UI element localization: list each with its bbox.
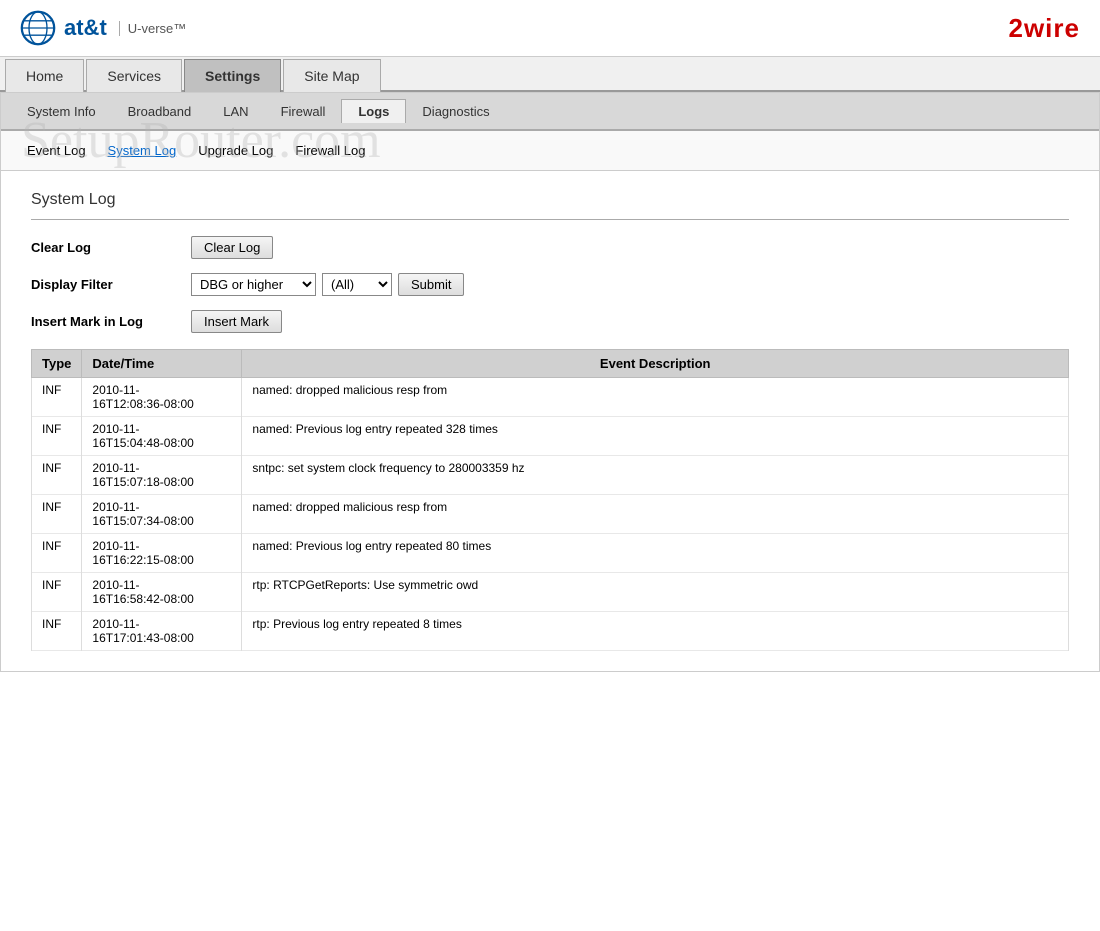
insert-mark-label: Insert Mark in Log bbox=[31, 314, 191, 329]
tab-firewall-log[interactable]: Firewall Log bbox=[289, 141, 371, 160]
clear-log-row: Clear Log Clear Log bbox=[31, 236, 1069, 259]
table-row: INF2010-11- 16T16:22:15-08:00named: Prev… bbox=[32, 534, 1069, 573]
att-globe-icon bbox=[20, 10, 56, 46]
cell-type: INF bbox=[32, 456, 82, 495]
att-brand-text: at&t bbox=[64, 15, 107, 41]
tab-home[interactable]: Home bbox=[5, 59, 84, 92]
cell-type: INF bbox=[32, 417, 82, 456]
filter-controls: DBG or higher INFO or higher WARN or hig… bbox=[191, 273, 464, 296]
nav-diagnostics[interactable]: Diagnostics bbox=[406, 100, 505, 123]
table-row: INF2010-11- 16T15:07:18-08:00sntpc: set … bbox=[32, 456, 1069, 495]
insert-mark-button[interactable]: Insert Mark bbox=[191, 310, 282, 333]
tab-upgrade-log[interactable]: Upgrade Log bbox=[192, 141, 279, 160]
clear-log-label: Clear Log bbox=[31, 240, 191, 255]
table-row: INF2010-11- 16T15:04:48-08:00named: Prev… bbox=[32, 417, 1069, 456]
table-row: INF2010-11- 16T12:08:36-08:00named: drop… bbox=[32, 378, 1069, 417]
cell-datetime: 2010-11- 16T15:07:34-08:00 bbox=[82, 495, 242, 534]
cell-type: INF bbox=[32, 534, 82, 573]
nav-firewall[interactable]: Firewall bbox=[265, 100, 342, 123]
cell-description: rtp: Previous log entry repeated 8 times bbox=[242, 612, 1069, 651]
nav-system-info[interactable]: System Info bbox=[11, 100, 112, 123]
cell-description: sntpc: set system clock frequency to 280… bbox=[242, 456, 1069, 495]
content-area: System Info Broadband LAN Firewall Logs … bbox=[0, 92, 1100, 672]
cell-datetime: 2010-11- 16T16:58:42-08:00 bbox=[82, 573, 242, 612]
cell-description: named: Previous log entry repeated 328 t… bbox=[242, 417, 1069, 456]
log-tabs: Event Log System Log Upgrade Log Firewal… bbox=[1, 131, 1099, 171]
nav-broadband[interactable]: Broadband bbox=[112, 100, 208, 123]
system-log-title: System Log bbox=[31, 191, 1069, 209]
cell-description: named: dropped malicious resp from bbox=[242, 495, 1069, 534]
table-row: INF2010-11- 16T17:01:43-08:00rtp: Previo… bbox=[32, 612, 1069, 651]
table-row: INF2010-11- 16T15:07:34-08:00named: drop… bbox=[32, 495, 1069, 534]
log-table-body: INF2010-11- 16T12:08:36-08:00named: drop… bbox=[32, 378, 1069, 651]
log-table: Type Date/Time Event Description INF2010… bbox=[31, 349, 1069, 651]
section-divider bbox=[31, 219, 1069, 220]
cell-type: INF bbox=[32, 378, 82, 417]
log-table-header: Type Date/Time Event Description bbox=[32, 350, 1069, 378]
cell-datetime: 2010-11- 16T15:04:48-08:00 bbox=[82, 417, 242, 456]
att-logo: at&t U-verse™ bbox=[20, 10, 186, 46]
cell-description: named: dropped malicious resp from bbox=[242, 378, 1069, 417]
page-header: at&t U-verse™ 2wire bbox=[0, 0, 1100, 57]
uverse-text: U-verse™ bbox=[119, 21, 187, 36]
nav-lan[interactable]: LAN bbox=[207, 100, 264, 123]
cell-type: INF bbox=[32, 612, 82, 651]
tab-services[interactable]: Services bbox=[86, 59, 182, 92]
cell-datetime: 2010-11- 16T15:07:18-08:00 bbox=[82, 456, 242, 495]
cell-description: rtp: RTCPGetReports: Use symmetric owd bbox=[242, 573, 1069, 612]
clear-log-controls: Clear Log bbox=[191, 236, 273, 259]
cell-datetime: 2010-11- 16T16:22:15-08:00 bbox=[82, 534, 242, 573]
tab-event-log[interactable]: Event Log bbox=[21, 141, 92, 160]
filter-category-select[interactable]: (All) named sntpc rtp bbox=[322, 273, 392, 296]
insert-mark-row: Insert Mark in Log Insert Mark bbox=[31, 310, 1069, 333]
col-type: Type bbox=[32, 350, 82, 378]
table-row: INF2010-11- 16T16:58:42-08:00rtp: RTCPGe… bbox=[32, 573, 1069, 612]
col-description: Event Description bbox=[242, 350, 1069, 378]
top-navigation: Home Services Settings Site Map bbox=[0, 57, 1100, 92]
nav-logs[interactable]: Logs bbox=[341, 99, 406, 123]
display-filter-row: Display Filter DBG or higher INFO or hig… bbox=[31, 273, 1069, 296]
filter-level-select[interactable]: DBG or higher INFO or higher WARN or hig… bbox=[191, 273, 316, 296]
tab-settings[interactable]: Settings bbox=[184, 59, 281, 92]
cell-datetime: 2010-11- 16T12:08:36-08:00 bbox=[82, 378, 242, 417]
tab-sitemap[interactable]: Site Map bbox=[283, 59, 380, 92]
cell-description: named: Previous log entry repeated 80 ti… bbox=[242, 534, 1069, 573]
second-navigation: System Info Broadband LAN Firewall Logs … bbox=[1, 93, 1099, 131]
cell-type: INF bbox=[32, 495, 82, 534]
twowire-logo: 2wire bbox=[1009, 13, 1081, 44]
cell-datetime: 2010-11- 16T17:01:43-08:00 bbox=[82, 612, 242, 651]
display-filter-label: Display Filter bbox=[31, 277, 191, 292]
insert-mark-controls: Insert Mark bbox=[191, 310, 282, 333]
tab-system-log[interactable]: System Log bbox=[102, 141, 183, 160]
system-log-content: SetupRouter.com System Log Clear Log Cle… bbox=[1, 171, 1099, 671]
submit-filter-button[interactable]: Submit bbox=[398, 273, 464, 296]
col-datetime: Date/Time bbox=[82, 350, 242, 378]
cell-type: INF bbox=[32, 573, 82, 612]
clear-log-button[interactable]: Clear Log bbox=[191, 236, 273, 259]
